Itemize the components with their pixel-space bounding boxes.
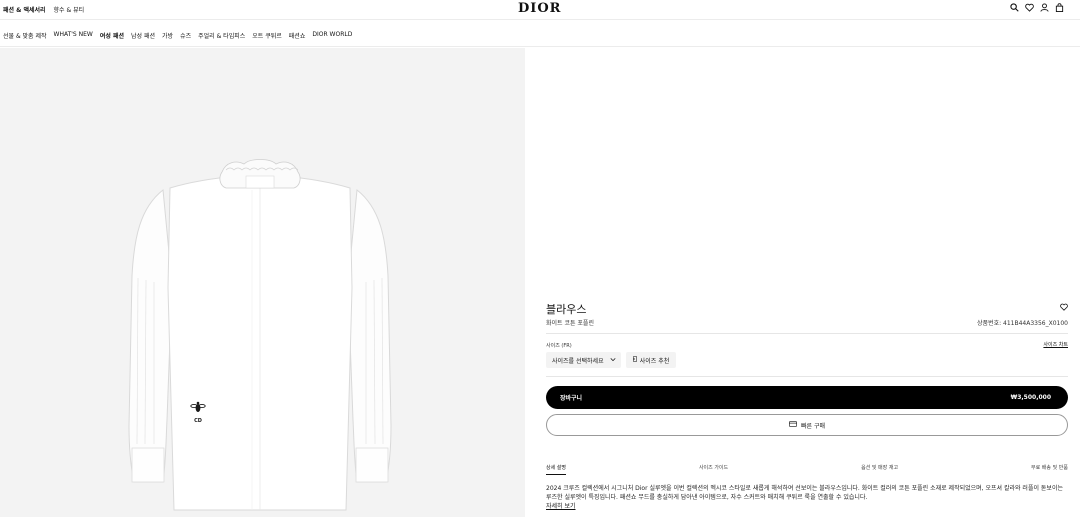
link-fashion-accessories[interactable]: 패션 & 액세서리 [3,5,46,14]
detail-tab[interactable]: 사이즈 가이드 [699,464,728,476]
nav-item[interactable]: 선물 & 맞춤 제작 [3,31,47,40]
product-description: 2024 크루즈 컬렉션에서 시그니처 Dior 실루엣을 이번 컬렉션의 멕시… [546,485,1063,501]
user-icon[interactable] [1040,3,1049,12]
product-subtitle: 화이트 코튼 포플린 [546,320,594,327]
size-select[interactable]: 사이즈를 선택하세요 [546,352,621,368]
wishlist-heart-icon[interactable] [1060,303,1068,311]
size-recommend-label: 사이즈 추천 [639,357,670,365]
chevron-down-icon [610,357,616,364]
nav-item[interactable]: 주얼리 & 타임피스 [198,31,245,40]
detail-tab[interactable]: 무료 배송 및 반품 [1031,464,1068,476]
heart-icon[interactable] [1025,3,1034,12]
nav-item[interactable]: WHAT'S NEW [54,31,93,40]
add-to-cart-button[interactable]: 장바구니 ₩3,500,000 [546,386,1068,409]
price: ₩3,500,000 [1010,394,1051,401]
ruler-icon [632,356,637,364]
nav-item[interactable]: DIOR WORLD [312,31,352,40]
main-nav: 선물 & 맞춤 제작 WHAT'S NEW 여성 패션 남성 패션 가방 슈즈 주얼리 & … [0,21,1080,47]
divider [546,333,1068,334]
top-bar: 패션 & 액세서리 향수 & 뷰티 DIOR [0,0,1080,20]
size-select-value: 사이즈를 선택하세요 [552,357,604,365]
top-links: 패션 & 액세서리 향수 & 뷰티 [3,5,84,14]
product-title: 블라우스 [546,303,587,316]
bag-icon[interactable] [1055,3,1064,12]
quick-buy-label: 빠른 구매 [801,422,825,430]
product-reference: 상품번호: 411B44A3356_X0100 [977,320,1068,327]
nav-list: 선물 & 맞춤 제작 WHAT'S NEW 여성 패션 남성 패션 가방 슈즈 주얼리 & … [3,31,352,40]
nav-item[interactable]: 남성 패션 [131,31,155,40]
cd-monogram: CD [194,418,202,424]
product-image[interactable]: CD [0,48,525,517]
nav-item[interactable]: 패션쇼 [289,31,306,40]
search-icon[interactable] [1010,3,1019,12]
nav-item[interactable]: 슈즈 [180,31,191,40]
size-label: 사이즈 (FR) [546,343,572,349]
divider [546,376,1068,377]
cart-label: 장바구니 [560,395,583,402]
header-icons [1010,3,1064,12]
detail-tabs: 상세 설명 사이즈 가이드 옵션 및 매장 재고 무료 배송 및 반품 [546,464,1068,476]
product-details: 블라우스 화이트 코튼 포플린 상품번호: 411B44A3356_X0100 … [546,48,1068,517]
card-icon [789,421,797,429]
dior-logo[interactable]: DIOR [518,1,561,16]
blouse-illustration: CD [128,159,392,511]
size-chart-link[interactable]: 사이즈 차트 [1043,341,1068,348]
detail-tab[interactable]: 옵션 및 매장 재고 [861,464,898,476]
nav-item[interactable]: 여성 패션 [100,31,124,40]
nav-item[interactable]: 가방 [162,31,173,40]
quick-buy-button[interactable]: 빠른 구매 [546,414,1068,436]
detail-tab[interactable]: 상세 설명 [546,464,566,475]
link-fragrance-beauty[interactable]: 향수 & 뷰티 [54,5,85,14]
read-more-link[interactable]: 자세히 보기 [546,501,576,510]
size-recommend-button[interactable]: 사이즈 추천 [626,352,676,368]
nav-item[interactable]: 오트 쿠튀르 [252,31,282,40]
